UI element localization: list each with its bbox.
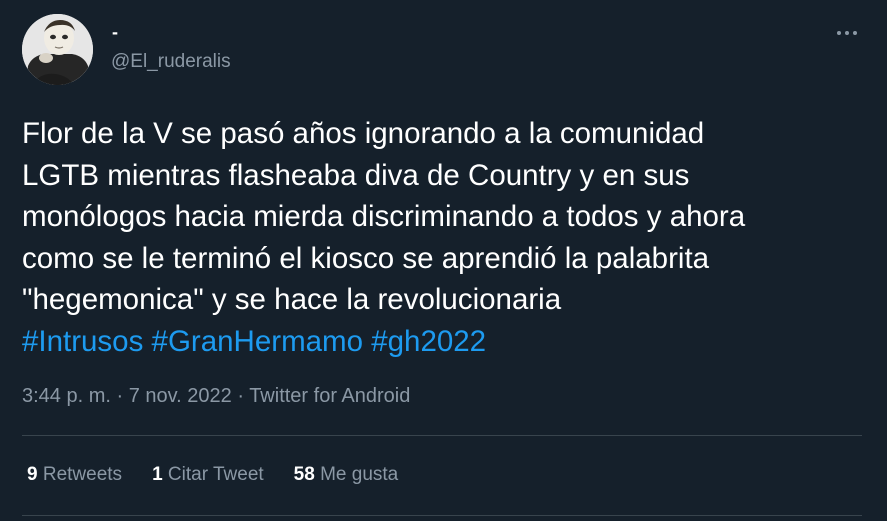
tweet-meta: 3:44 p. m. · 7 nov. 2022 · Twitter for A… — [22, 383, 410, 409]
meta-separator: · — [231, 385, 250, 407]
quotes-label: Citar Tweet — [167, 464, 264, 485]
hashtag-link[interactable]: #Intrusos — [22, 325, 143, 358]
likes-count: 58 — [293, 464, 315, 485]
avatar[interactable] — [22, 14, 93, 85]
tweet: - @El_ruderalis Flor de la V se pasó año… — [0, 0, 887, 521]
tweet-text-line: como se le terminó el kiosco se aprendió… — [22, 241, 710, 275]
tweet-text-line: Flor de la V se pasó años ignorando a la… — [22, 117, 705, 150]
divider — [22, 515, 862, 516]
more-horizontal-icon — [837, 31, 857, 35]
user-handle[interactable]: @El_ruderalis — [111, 50, 231, 74]
quotes-count: 1 — [152, 464, 163, 485]
tweet-text-line: monólogos hacia mierda discriminando a t… — [22, 200, 746, 233]
tweet-text-line: "hegemonica" y se hace la revolucionaria — [22, 283, 562, 316]
tweet-source[interactable]: Twitter for Android — [249, 385, 410, 407]
tweet-date[interactable]: 7 nov. 2022 — [129, 385, 232, 407]
avatar-image — [22, 14, 93, 85]
display-name[interactable]: - — [112, 22, 118, 42]
retweets-stat[interactable]: 9 Retweets — [27, 462, 122, 488]
tweet-stats: 9 Retweets 1 Citar Tweet 58 Me gusta — [27, 462, 398, 488]
more-button[interactable] — [830, 20, 864, 46]
hashtag-list: #Intrusos #GranHermamo #gh2022 — [22, 321, 872, 363]
hashtag-link[interactable]: #GranHermamo — [152, 325, 363, 358]
tweet-time[interactable]: 3:44 p. m. — [22, 385, 111, 407]
tweet-text: Flor de la V se pasó años ignorando a la… — [22, 113, 872, 362]
likes-label: Me gusta — [320, 464, 399, 485]
retweets-count: 9 — [27, 464, 38, 485]
likes-stat[interactable]: 58 Me gusta — [294, 462, 399, 488]
meta-separator: · — [110, 385, 129, 407]
tweet-text-line: LGTB mientras flasheaba diva de Country … — [22, 158, 690, 192]
quotes-stat[interactable]: 1 Citar Tweet — [152, 462, 264, 488]
hashtag-link[interactable]: #gh2022 — [371, 325, 486, 358]
divider — [22, 435, 862, 436]
retweets-label: Retweets — [42, 464, 123, 485]
